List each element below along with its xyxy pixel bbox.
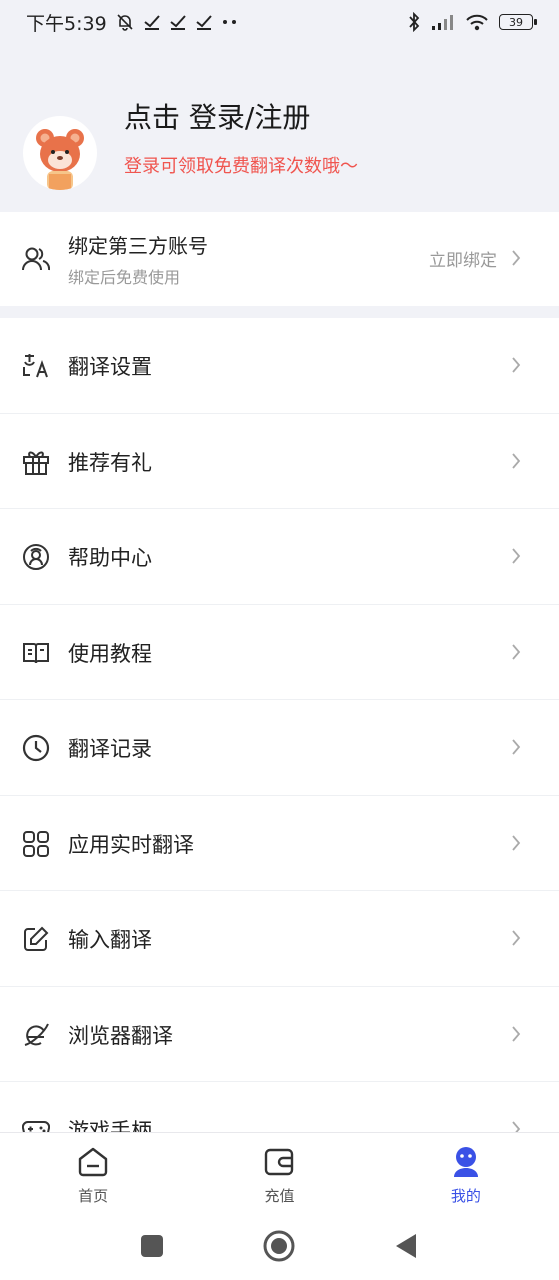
menu-label: 浏览器翻译 <box>68 1023 173 1048</box>
menu-item-translate-settings[interactable]: 翻译设置 <box>0 318 559 414</box>
tab-label: 充值 <box>264 1187 295 1205</box>
chevron-right-icon <box>511 1120 521 1132</box>
profile-header[interactable]: 点击 登录/注册 登录可领取免费翻译次数哦～ <box>0 44 559 212</box>
menu-label: 推荐有礼 <box>68 450 152 475</box>
users-icon <box>22 246 51 272</box>
menu-label: 输入翻译 <box>68 928 152 952</box>
system-nav-bar <box>0 1212 559 1280</box>
menu-item-help-center[interactable]: 帮助中心 <box>0 509 559 605</box>
menu-item-realtime-app-translate[interactable]: 应用实时翻译 <box>0 796 559 891</box>
chevron-right-icon <box>511 547 521 569</box>
tab-mine[interactable]: 我的 <box>373 1133 559 1212</box>
menu-item-translate-history[interactable]: 翻译记录 <box>0 700 559 796</box>
menu-label: 翻译记录 <box>68 737 152 761</box>
back-button[interactable] <box>388 1228 424 1264</box>
menu-item-referral[interactable]: 推荐有礼 <box>0 414 559 509</box>
avatar[interactable] <box>23 116 97 190</box>
translate-icon <box>21 351 51 381</box>
tab-home[interactable]: 首页 <box>0 1133 186 1212</box>
clock-icon <box>21 733 51 763</box>
bind-now-link[interactable]: 立即绑定 <box>429 246 497 271</box>
status-time: 下午5:39 <box>26 12 107 35</box>
book-icon <box>21 638 51 668</box>
apps-grid-icon <box>21 829 51 859</box>
more-dots-icon <box>221 19 239 25</box>
profile-icon <box>449 1145 483 1179</box>
check-icon <box>195 14 213 30</box>
bluetooth-icon <box>407 12 421 32</box>
login-promo-text: 登录可领取免费翻译次数哦～ <box>124 156 358 177</box>
bind-account-subtitle: 绑定后免费使用 <box>68 268 181 287</box>
menu-item-browser-translate[interactable]: 浏览器翻译 <box>0 987 559 1082</box>
edit-icon <box>21 924 51 954</box>
chevron-right-icon <box>511 738 521 760</box>
bind-account-row[interactable]: 绑定第三方账号 绑定后免费使用 立即绑定 <box>0 212 559 306</box>
bind-account-title: 绑定第三方账号 <box>68 234 208 258</box>
menu-item-input-translate[interactable]: 输入翻译 <box>0 891 559 987</box>
menu-label: 使用教程 <box>68 641 152 666</box>
settings-menu-list[interactable]: 翻译设置 推荐有礼 帮助中心 使用教程 翻译记录 应用实时翻译 输入翻译 浏览器… <box>0 318 559 1132</box>
tab-recharge[interactable]: 充值 <box>186 1133 372 1212</box>
mute-bell-icon <box>115 12 135 32</box>
status-bar: 下午5:39 39 <box>0 0 559 44</box>
tab-label: 首页 <box>78 1187 109 1205</box>
check-icon <box>169 14 187 30</box>
home-button[interactable] <box>261 1228 297 1264</box>
chevron-right-icon <box>511 929 521 951</box>
menu-label: 游戏手柄 <box>68 1119 152 1132</box>
menu-label: 帮助中心 <box>68 546 152 570</box>
chevron-right-icon <box>511 452 521 474</box>
chevron-right-icon <box>511 356 521 378</box>
browser-icon <box>21 1020 51 1050</box>
chevron-right-icon <box>511 643 521 665</box>
home-icon <box>76 1145 110 1179</box>
gift-icon <box>21 447 51 477</box>
gamepad-icon <box>21 1115 51 1132</box>
chevron-right-icon <box>511 834 521 856</box>
wifi-icon <box>465 13 489 31</box>
wallet-icon <box>262 1145 296 1179</box>
section-divider <box>0 306 559 318</box>
chevron-right-icon <box>511 1025 521 1047</box>
signal-icon <box>431 13 455 31</box>
bottom-tab-bar: 首页 充值 我的 <box>0 1132 559 1212</box>
battery-level: 39 <box>509 15 523 29</box>
menu-item-gamepad[interactable]: 游戏手柄 <box>0 1082 559 1132</box>
menu-label: 翻译设置 <box>68 355 152 379</box>
recents-button[interactable] <box>134 1228 170 1264</box>
menu-item-tutorial[interactable]: 使用教程 <box>0 605 559 700</box>
menu-label: 应用实时翻译 <box>68 832 194 857</box>
login-register-link[interactable]: 点击 登录/注册 <box>124 96 310 136</box>
chevron-right-icon <box>511 249 521 271</box>
help-support-icon <box>21 542 51 572</box>
battery-icon: 39 <box>499 14 537 30</box>
check-icon <box>143 14 161 30</box>
tab-label: 我的 <box>450 1187 481 1205</box>
